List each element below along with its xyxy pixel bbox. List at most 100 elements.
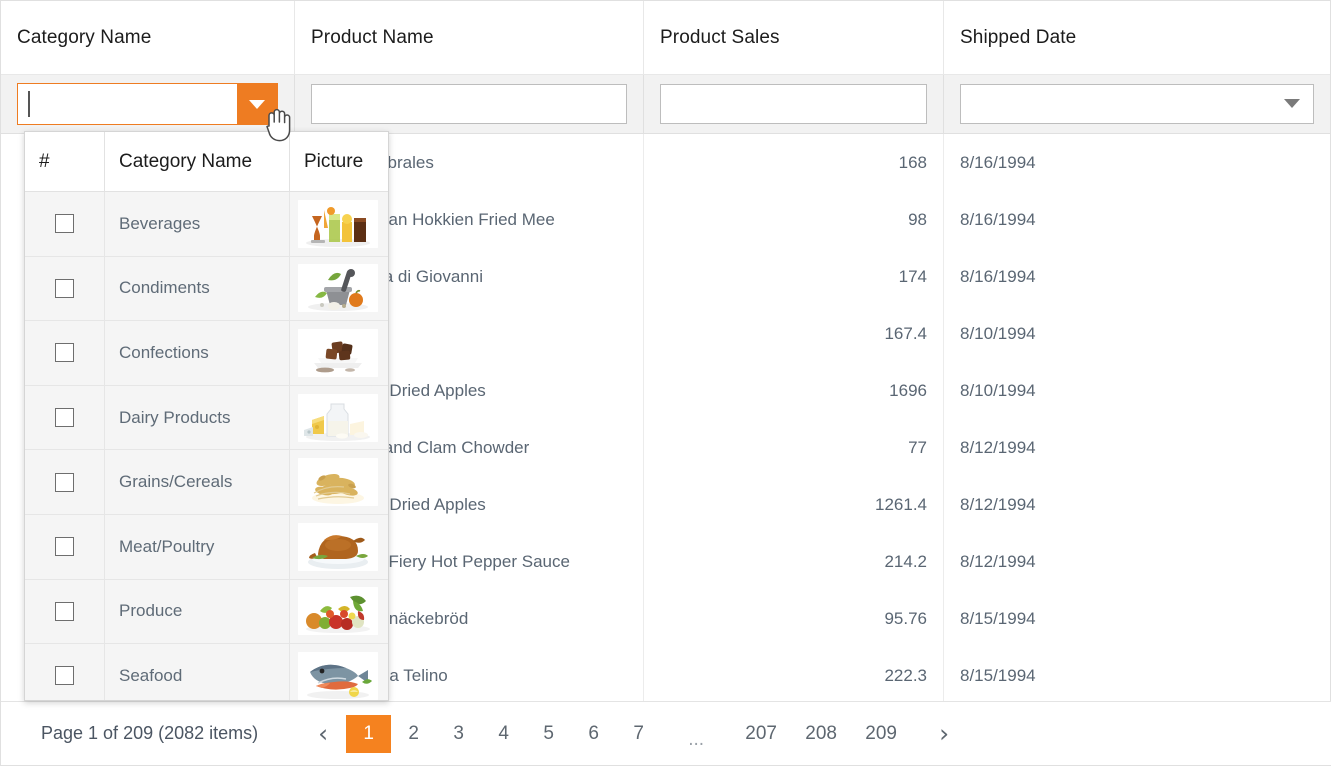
dropdown-header-row: # Category Name Picture (25, 132, 388, 192)
checkbox-icon[interactable] (55, 473, 74, 492)
pager-page-7[interactable]: 7 (616, 715, 661, 753)
cell-product-sales: 95.76 (644, 590, 944, 647)
category-filter-dropdown-button[interactable] (237, 84, 277, 124)
column-header-shipped-date[interactable]: Shipped Date (944, 1, 1330, 74)
column-header-product-sales[interactable]: Product Sales (644, 1, 944, 74)
shipped-date-filter-combobox[interactable] (960, 84, 1314, 124)
cell-shipped-date: 8/12/1994 (944, 476, 1330, 533)
cell-product-sales: 214.2 (644, 533, 944, 590)
meat-poultry-image (298, 523, 378, 571)
beverages-image (298, 200, 378, 248)
pager-page-207[interactable]: 207 (731, 715, 791, 753)
dropdown-item-checkbox-cell[interactable] (25, 644, 105, 701)
grid-filter-row (1, 75, 1330, 134)
dropdown-item-checkbox-cell[interactable] (25, 450, 105, 514)
column-header-label: Category Name (17, 27, 151, 49)
dropdown-column-header-label: Category Name (119, 151, 252, 173)
shipped-date-filter-input[interactable] (960, 84, 1314, 124)
category-filter-combobox-box[interactable] (17, 83, 278, 125)
column-header-category-name[interactable]: Category Name (1, 1, 295, 74)
checkbox-icon[interactable] (55, 408, 74, 427)
dropdown-item-label: Produce (105, 580, 290, 644)
dropdown-item-picture-cell (290, 644, 388, 701)
dropdown-item-checkbox-cell[interactable] (25, 321, 105, 385)
dairy-products-image (298, 394, 378, 442)
cell-product-sales: 77 (644, 419, 944, 476)
checkbox-icon[interactable] (55, 214, 74, 233)
cell-shipped-date: 8/10/1994 (944, 305, 1330, 362)
dropdown-item-checkbox-cell[interactable] (25, 257, 105, 321)
dropdown-list-item[interactable]: Condiments (25, 257, 388, 322)
dropdown-list-item[interactable]: Produce (25, 580, 388, 645)
chevron-down-icon[interactable] (1284, 99, 1300, 108)
cell-product-sales: 174 (644, 248, 944, 305)
column-header-product-name[interactable]: Product Name (295, 1, 644, 74)
dropdown-item-label: Meat/Poultry (105, 515, 290, 579)
dropdown-item-checkbox-cell[interactable] (25, 580, 105, 644)
pager-next-button[interactable]: › (925, 715, 963, 753)
cell-product-sales: 1696 (644, 362, 944, 419)
filter-cell-shipped-date (944, 75, 1330, 133)
dropdown-item-picture-cell (290, 515, 388, 579)
grid-header-row: Category Name Product Name Product Sales… (1, 1, 1330, 75)
cell-product-sales: 98 (644, 191, 944, 248)
cell-product-sales: 167.4 (644, 305, 944, 362)
dropdown-item-picture-cell (290, 257, 388, 321)
condiments-image (298, 264, 378, 312)
dropdown-item-checkbox-cell[interactable] (25, 192, 105, 256)
dropdown-item-label: Grains/Cereals (105, 450, 290, 514)
pager-navigation: ‹ 1234567...207208209› (304, 713, 963, 755)
grid-pager: Page 1 of 209 (2082 items) ‹ 1234567...2… (1, 701, 1331, 765)
checkbox-icon[interactable] (55, 602, 74, 621)
checkbox-icon[interactable] (55, 666, 74, 685)
category-filter-combobox[interactable] (17, 83, 278, 125)
product-name-filter-input[interactable] (311, 84, 627, 124)
checkbox-icon[interactable] (55, 343, 74, 362)
dropdown-list-item[interactable]: Dairy Products (25, 386, 388, 451)
pager-info-label: Page 1 of 209 (2082 items) (41, 723, 258, 744)
dropdown-list-item[interactable]: Beverages (25, 192, 388, 257)
produce-image (298, 587, 378, 635)
pager-page-4[interactable]: 4 (481, 715, 526, 753)
filter-cell-product-sales (644, 75, 944, 133)
dropdown-item-picture-cell (290, 450, 388, 514)
pager-page-208[interactable]: 208 (791, 715, 851, 753)
filter-cell-product-name (295, 75, 644, 133)
dropdown-item-label: Seafood (105, 644, 290, 701)
filter-cell-category-name (1, 75, 295, 133)
column-header-label: Shipped Date (960, 27, 1076, 49)
pager-page-3[interactable]: 3 (436, 715, 481, 753)
cell-product-sales: 222.3 (644, 647, 944, 704)
category-dropdown-panel[interactable]: # Category Name Picture Beverages Condim… (24, 131, 389, 701)
checkbox-icon[interactable] (55, 279, 74, 298)
checkbox-icon[interactable] (55, 537, 74, 556)
dropdown-column-header-picture[interactable]: Picture (290, 132, 388, 191)
dropdown-item-checkbox-cell[interactable] (25, 515, 105, 579)
pager-page-2[interactable]: 2 (391, 715, 436, 753)
pager-prev-button[interactable]: ‹ (304, 715, 342, 753)
pager-page-209[interactable]: 209 (851, 715, 911, 753)
dropdown-column-header-number[interactable]: # (25, 132, 105, 191)
cell-shipped-date: 8/12/1994 (944, 533, 1330, 590)
dropdown-list-item[interactable]: Meat/Poultry (25, 515, 388, 580)
dropdown-item-list: Beverages Condiments Confections Dairy P… (25, 192, 388, 701)
column-header-label: Product Name (311, 27, 434, 49)
pager-page-5[interactable]: 5 (526, 715, 571, 753)
dropdown-item-checkbox-cell[interactable] (25, 386, 105, 450)
dropdown-list-item[interactable]: Confections (25, 321, 388, 386)
dropdown-item-picture-cell (290, 192, 388, 256)
cell-shipped-date: 8/16/1994 (944, 134, 1330, 191)
pager-page-6[interactable]: 6 (571, 715, 616, 753)
dropdown-column-header-category-name[interactable]: Category Name (105, 132, 290, 191)
product-sales-filter-input[interactable] (660, 84, 927, 124)
chevron-down-icon (249, 100, 265, 109)
cell-shipped-date: 8/16/1994 (944, 248, 1330, 305)
cell-shipped-date: 8/12/1994 (944, 419, 1330, 476)
dropdown-column-header-label: Picture (304, 151, 363, 173)
dropdown-list-item[interactable]: Grains/Cereals (25, 450, 388, 515)
pager-page-1[interactable]: 1 (346, 715, 391, 753)
seafood-image (298, 652, 378, 700)
category-filter-input[interactable] (18, 84, 237, 124)
data-grid: Category Name Product Name Product Sales… (0, 0, 1331, 766)
dropdown-list-item[interactable]: Seafood (25, 644, 388, 701)
